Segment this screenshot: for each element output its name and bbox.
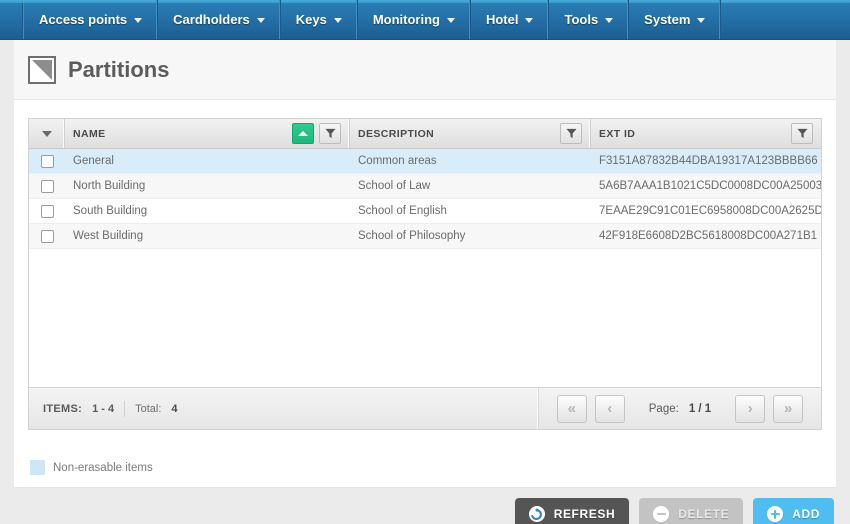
menu-item-hotel[interactable]: Hotel bbox=[471, 0, 550, 39]
cell-ext-id: 5A6B7AAA1B1021C5DC0008DC00A25003 bbox=[599, 180, 821, 192]
table-row[interactable]: North Building School of Law 5A6B7AAA1B1… bbox=[29, 174, 821, 199]
menu-item-keys[interactable]: Keys bbox=[281, 0, 358, 39]
menu-item-tools[interactable]: Tools bbox=[549, 0, 630, 39]
menu-item-label: Monitoring bbox=[372, 12, 440, 27]
cell-ext-id: 42F918E6608D2BC5618008DC00A271B1 bbox=[599, 230, 818, 242]
cell-ext-id: F3151A87832B44DBA19317A123BBBB66 bbox=[599, 155, 818, 167]
content-panel: NAME DESCRIPTION EXT ID General Common a… bbox=[14, 100, 836, 450]
row-checkbox[interactable] bbox=[40, 154, 54, 168]
refresh-icon bbox=[528, 506, 545, 522]
chevron-down-icon bbox=[256, 18, 265, 23]
funnel-glyph bbox=[796, 128, 808, 139]
main-menu-bar: Access points Cardholders Keys Monitorin… bbox=[0, 0, 850, 40]
legend: Non-erasable items bbox=[14, 450, 836, 488]
column-header-name[interactable]: NAME bbox=[65, 119, 350, 148]
cell-name: North Building bbox=[73, 180, 146, 192]
funnel-icon[interactable] bbox=[319, 123, 341, 144]
page-indicator: Page: 1 / 1 bbox=[649, 403, 711, 415]
action-bar: REFRESH DELETE ADD bbox=[0, 488, 850, 524]
grid-header-row: NAME DESCRIPTION EXT ID bbox=[29, 119, 821, 149]
menu-item-label: System bbox=[644, 12, 691, 27]
add-button[interactable]: ADD bbox=[753, 498, 834, 524]
delete-button[interactable]: DELETE bbox=[639, 498, 744, 524]
legend-label: Non-erasable items bbox=[53, 461, 153, 474]
column-header-label: EXT ID bbox=[599, 127, 636, 140]
page-title: Partitions bbox=[68, 56, 170, 82]
divider bbox=[124, 400, 126, 417]
refresh-glyph bbox=[531, 507, 543, 520]
page-label: Page: bbox=[648, 402, 679, 415]
row-checkbox[interactable] bbox=[40, 229, 54, 243]
total-value: 4 bbox=[171, 402, 178, 415]
column-header-description[interactable]: DESCRIPTION bbox=[350, 119, 591, 148]
row-checkbox[interactable] bbox=[40, 179, 54, 193]
pager-items-info: ITEMS: 1 - 4 Total: 4 bbox=[29, 388, 539, 429]
menu-item-label: Hotel bbox=[485, 12, 519, 27]
menu-item-access-points[interactable]: Access points bbox=[24, 0, 159, 39]
chevron-down-icon bbox=[333, 18, 342, 23]
funnel-icon[interactable] bbox=[560, 123, 582, 144]
refresh-button[interactable]: REFRESH bbox=[514, 498, 630, 524]
column-header-ext-id[interactable]: EXT ID bbox=[591, 119, 821, 148]
menu-left-spacer bbox=[0, 0, 24, 39]
funnel-glyph bbox=[324, 128, 336, 139]
pager-controls: « ‹ Page: 1 / 1 › » bbox=[539, 394, 821, 423]
partitions-grid: NAME DESCRIPTION EXT ID General Common a… bbox=[28, 118, 822, 388]
row-select-cell[interactable] bbox=[29, 179, 65, 193]
column-header-label: DESCRIPTION bbox=[358, 127, 435, 140]
delete-button-label: DELETE bbox=[678, 507, 730, 521]
funnel-glyph bbox=[565, 128, 577, 139]
menu-item-label: Keys bbox=[295, 12, 327, 27]
row-checkbox[interactable] bbox=[40, 204, 54, 218]
items-label: ITEMS: bbox=[43, 402, 83, 415]
cell-description: School of English bbox=[358, 205, 447, 217]
select-all-header-cell[interactable] bbox=[29, 119, 65, 148]
menu-item-system[interactable]: System bbox=[629, 0, 722, 39]
grid-pager: ITEMS: 1 - 4 Total: 4 « ‹ Page: 1 / 1 › … bbox=[28, 388, 822, 430]
chevron-down-icon bbox=[697, 18, 706, 23]
table-row[interactable]: General Common areas F3151A87832B44DBA19… bbox=[29, 149, 821, 174]
sort-ascending-icon[interactable] bbox=[292, 123, 314, 144]
row-select-cell[interactable] bbox=[29, 154, 65, 168]
cell-description: School of Law bbox=[358, 180, 431, 192]
refresh-button-label: REFRESH bbox=[553, 507, 616, 521]
page-value: 1 / 1 bbox=[688, 402, 712, 415]
grid-body: General Common areas F3151A87832B44DBA19… bbox=[29, 149, 821, 387]
row-select-cell[interactable] bbox=[29, 204, 65, 218]
menu-item-monitoring[interactable]: Monitoring bbox=[358, 0, 471, 39]
table-row[interactable]: West Building School of Philosophy 42F91… bbox=[29, 224, 821, 249]
chevron-down-icon bbox=[605, 18, 614, 23]
cell-description: Common areas bbox=[358, 155, 437, 167]
cell-name: West Building bbox=[73, 230, 144, 242]
cell-ext-id: 7EAAE29C91C01EC6958008DC00A2625D bbox=[599, 205, 821, 217]
menu-item-label: Access points bbox=[39, 12, 128, 27]
chevron-down-icon[interactable] bbox=[41, 130, 52, 137]
column-header-label: NAME bbox=[73, 127, 106, 140]
legend-color-swatch bbox=[30, 460, 45, 475]
menu-item-label: Cardholders bbox=[173, 12, 250, 27]
menu-empty-area bbox=[721, 0, 850, 39]
funnel-icon[interactable] bbox=[791, 123, 813, 144]
table-row[interactable]: South Building School of English 7EAAE29… bbox=[29, 199, 821, 224]
cell-name: South Building bbox=[73, 205, 148, 217]
next-page-button[interactable]: › bbox=[735, 394, 766, 423]
plus-circle-icon bbox=[767, 506, 784, 522]
minus-circle-icon bbox=[653, 506, 670, 522]
menu-item-label: Tools bbox=[564, 12, 599, 27]
chevron-down-icon bbox=[134, 18, 143, 23]
row-select-cell[interactable] bbox=[29, 229, 65, 243]
partition-square-icon bbox=[28, 55, 56, 84]
cell-description: School of Philosophy bbox=[358, 230, 466, 242]
add-button-label: ADD bbox=[792, 507, 820, 521]
last-page-button[interactable]: » bbox=[773, 394, 804, 423]
cell-name: General bbox=[73, 155, 114, 167]
chevron-down-icon bbox=[525, 18, 534, 23]
items-range: 1 - 4 bbox=[92, 402, 115, 415]
total-label: Total: bbox=[135, 402, 162, 415]
page-header: Partitions bbox=[14, 40, 836, 100]
first-page-button[interactable]: « bbox=[556, 394, 587, 423]
prev-page-button[interactable]: ‹ bbox=[594, 394, 625, 423]
chevron-down-icon bbox=[446, 18, 455, 23]
menu-item-cardholders[interactable]: Cardholders bbox=[158, 0, 281, 39]
